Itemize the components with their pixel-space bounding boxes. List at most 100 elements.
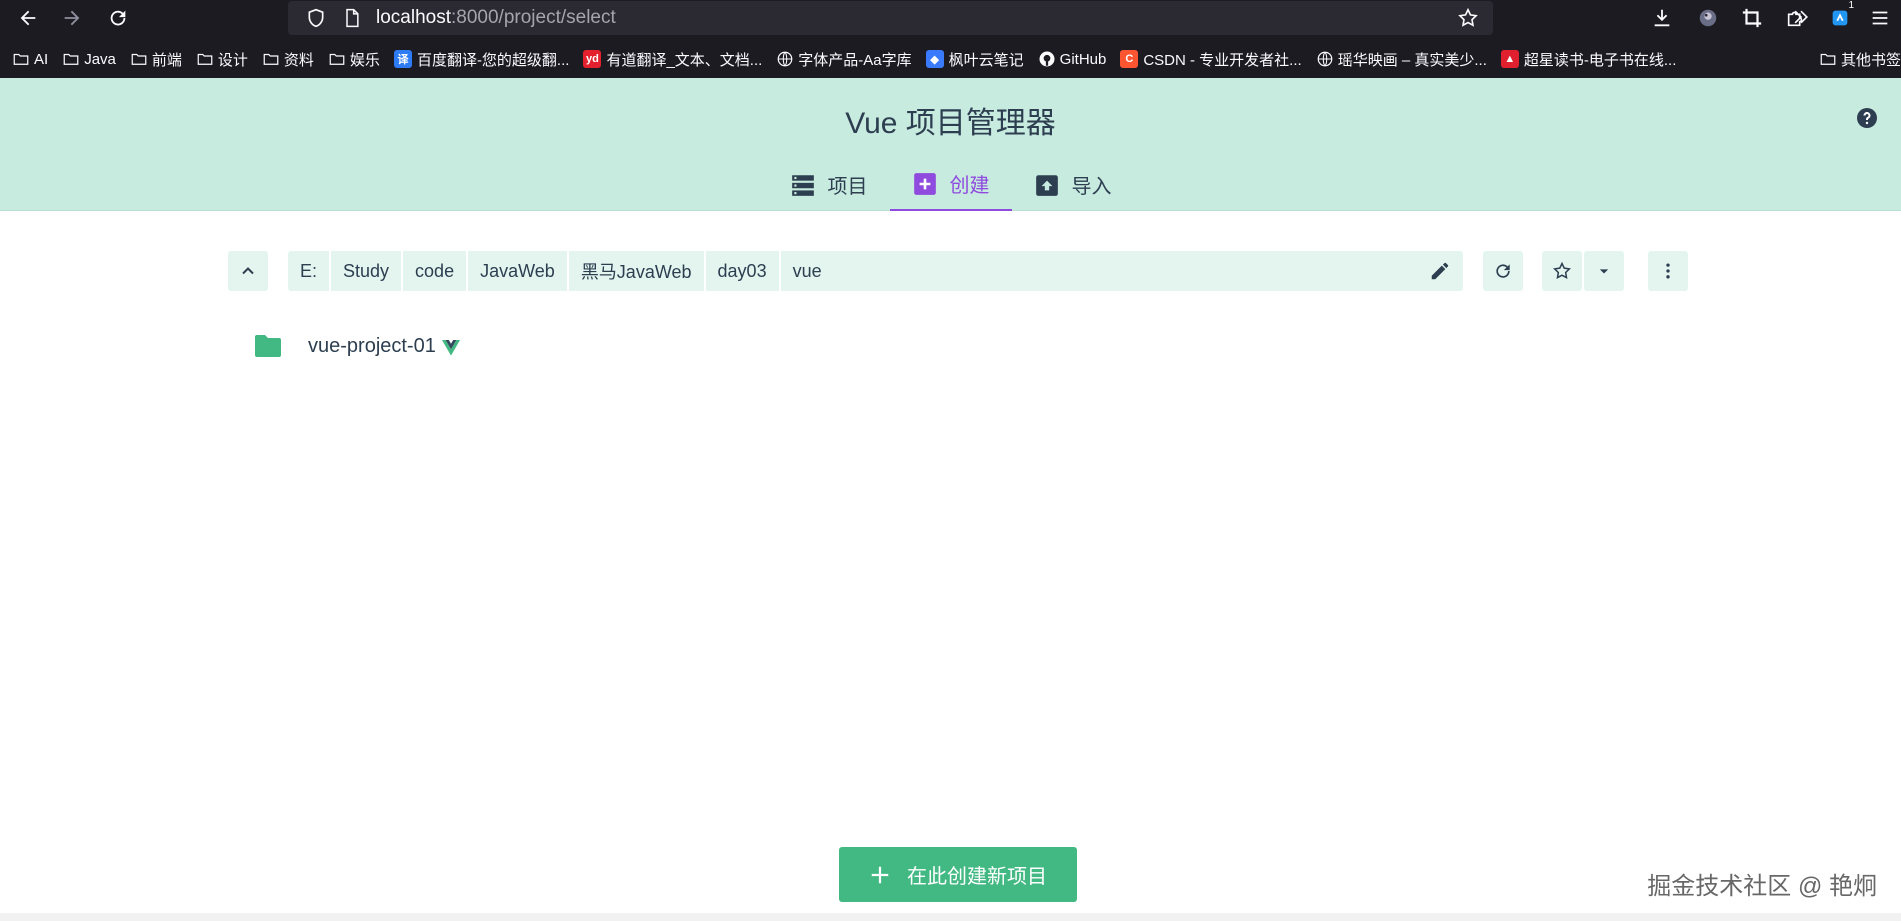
bookmark-label: AI	[34, 50, 49, 68]
breadcrumb-segment[interactable]: E:	[288, 251, 332, 291]
other-bookmarks-label: 其他书签	[1840, 51, 1901, 69]
path-breadcrumb: E: Study code JavaWeb 黑马JavaWeb day03 vue	[288, 251, 1463, 291]
download-icon	[1654, 9, 1670, 27]
crop-icon	[1742, 8, 1762, 28]
bookmark-item[interactable]: yd 有道翻译_文本、文档...	[583, 49, 762, 70]
bookmark-item[interactable]: ◆ 枫叶云笔记	[925, 49, 1024, 70]
reload-button[interactable]	[96, 0, 140, 36]
folder-name: vue-project-01	[308, 334, 436, 357]
url-host: localhost	[376, 7, 451, 28]
tab-bar: 项目 创建 导入	[0, 158, 1901, 211]
baidu-translate-icon: 译	[393, 50, 412, 68]
folder-explorer-toolbar: E: Study code JavaWeb 黑马JavaWeb day03 vue	[228, 251, 1688, 291]
bookmark-label: 百度翻译-您的超级翻...	[416, 51, 570, 69]
url-text: localhost:8000/project/select	[376, 7, 616, 29]
bookmark-item[interactable]: 字体产品-Aa字库	[776, 49, 912, 70]
folder-icon	[329, 53, 345, 65]
favorites-dropdown-button[interactable]	[1584, 251, 1624, 291]
forward-button[interactable]	[50, 0, 94, 36]
menu-button[interactable]	[1866, 4, 1894, 32]
unarchive-icon	[1035, 174, 1058, 196]
url-path: :8000/project/select	[451, 7, 616, 28]
folder-icon	[131, 53, 147, 65]
more-vertical-icon	[1666, 263, 1670, 279]
folder-icon	[255, 335, 281, 357]
bookmark-label: 超星读书-电子书在线...	[1523, 51, 1677, 69]
page-bottom-edge	[0, 913, 1901, 921]
bookmark-item[interactable]: 译百度翻译-您的超级翻...	[393, 49, 570, 70]
bookmark-item[interactable]: GitHub	[1038, 50, 1107, 68]
bookmark-item[interactable]: C CSDN - 专业开发者社...	[1120, 49, 1302, 70]
bookmark-label: CSDN - 专业开发者社...	[1143, 51, 1302, 69]
caret-down-icon	[1599, 269, 1609, 274]
bookmark-item[interactable]: 娱乐	[328, 49, 380, 70]
tab-label: 导入	[1071, 176, 1112, 198]
screenshot-button[interactable]	[1738, 4, 1766, 32]
csdn-icon: C	[1120, 50, 1139, 68]
folder-item[interactable]: vue-project-01	[254, 330, 460, 362]
bookmark-item[interactable]: 设计	[196, 49, 248, 70]
back-button[interactable]	[6, 0, 50, 36]
chaoxing-icon: ▲	[1500, 50, 1519, 68]
bookmark-item[interactable]: 瑶华映画 – 真实美少...	[1316, 49, 1487, 70]
bookmark-label: 瑶华映画 – 真实美少...	[1337, 51, 1487, 69]
star-outline-icon	[1553, 261, 1571, 279]
help-icon[interactable]	[1855, 106, 1879, 130]
globe-icon	[1317, 51, 1333, 67]
bookmark-label: GitHub	[1059, 50, 1107, 68]
arrow-left-icon	[20, 10, 36, 26]
bookmark-label: 有道翻译_文本、文档...	[606, 51, 763, 69]
breadcrumb-segment[interactable]: vue	[781, 251, 834, 291]
bookmark-label: 资料	[283, 51, 314, 69]
maple-note-icon: ◆	[925, 50, 944, 68]
favorite-folder-button[interactable]	[1542, 251, 1582, 291]
folder-icon	[63, 53, 79, 65]
add-box-icon	[913, 172, 936, 195]
bookmark-star-icon[interactable]	[1457, 7, 1479, 29]
parent-folder-button[interactable]	[228, 251, 268, 291]
bookmark-item[interactable]: 前端	[130, 49, 182, 70]
page-icon[interactable]	[342, 8, 362, 28]
downloads-button[interactable]	[1648, 4, 1676, 32]
edit-path-icon[interactable]	[1429, 260, 1451, 282]
refresh-button[interactable]	[1483, 251, 1523, 291]
extension-button[interactable]: 1	[1826, 0, 1856, 32]
tab-label: 创建	[949, 175, 990, 197]
list-icon	[791, 174, 814, 196]
tab-import[interactable]: 导入	[1012, 158, 1134, 211]
breadcrumb-segment[interactable]: 黑马JavaWeb	[569, 251, 706, 291]
bookmarks-overflow-icon[interactable]	[1791, 7, 1811, 27]
shield-icon[interactable]	[306, 8, 326, 28]
chevron-up-icon	[242, 267, 254, 275]
refresh-icon	[1496, 264, 1510, 278]
tab-projects[interactable]: 项目	[768, 158, 890, 211]
address-bar[interactable]: localhost:8000/project/select	[288, 1, 1493, 35]
bookmark-label: 前端	[151, 51, 182, 69]
folder-icon	[263, 53, 279, 65]
bookmark-item[interactable]: 资料	[262, 49, 314, 70]
breadcrumb-segment[interactable]: JavaWeb	[468, 251, 569, 291]
extension-badge: 1	[1846, 0, 1856, 11]
folder-icon	[197, 53, 213, 65]
folder-icon	[1820, 53, 1836, 65]
bookmark-item[interactable]: ▲ 超星读书-电子书在线...	[1500, 49, 1677, 70]
breadcrumb-segment[interactable]: Study	[331, 251, 404, 291]
bookmarks-bar: AI Java 前端 设计 资料 娱乐译百度翻译-您的超级翻... yd 有道翻译_文本、文档…	[0, 42, 1901, 76]
youdao-icon: yd	[583, 50, 602, 68]
reload-icon	[110, 10, 126, 26]
breadcrumb-segment[interactable]: day03	[706, 251, 781, 291]
tab-create[interactable]: 创建	[889, 158, 1012, 211]
bookmark-label: Java	[84, 50, 116, 68]
more-options-button[interactable]	[1648, 251, 1688, 291]
create-project-here-button[interactable]: 在此创建新项目	[839, 847, 1077, 902]
bookmark-item[interactable]: Java	[62, 50, 116, 68]
breadcrumb-segment[interactable]: code	[403, 251, 469, 291]
other-bookmarks[interactable]: 其他书签	[1818, 42, 1901, 76]
github-icon	[1039, 51, 1055, 67]
vue-logo-icon	[441, 340, 460, 356]
arrow-right-icon	[64, 10, 80, 26]
bookmark-label: 设计	[217, 51, 248, 69]
plus-icon	[871, 866, 889, 883]
bookmark-item[interactable]: AI	[12, 50, 48, 68]
account-button[interactable]	[1694, 4, 1722, 32]
